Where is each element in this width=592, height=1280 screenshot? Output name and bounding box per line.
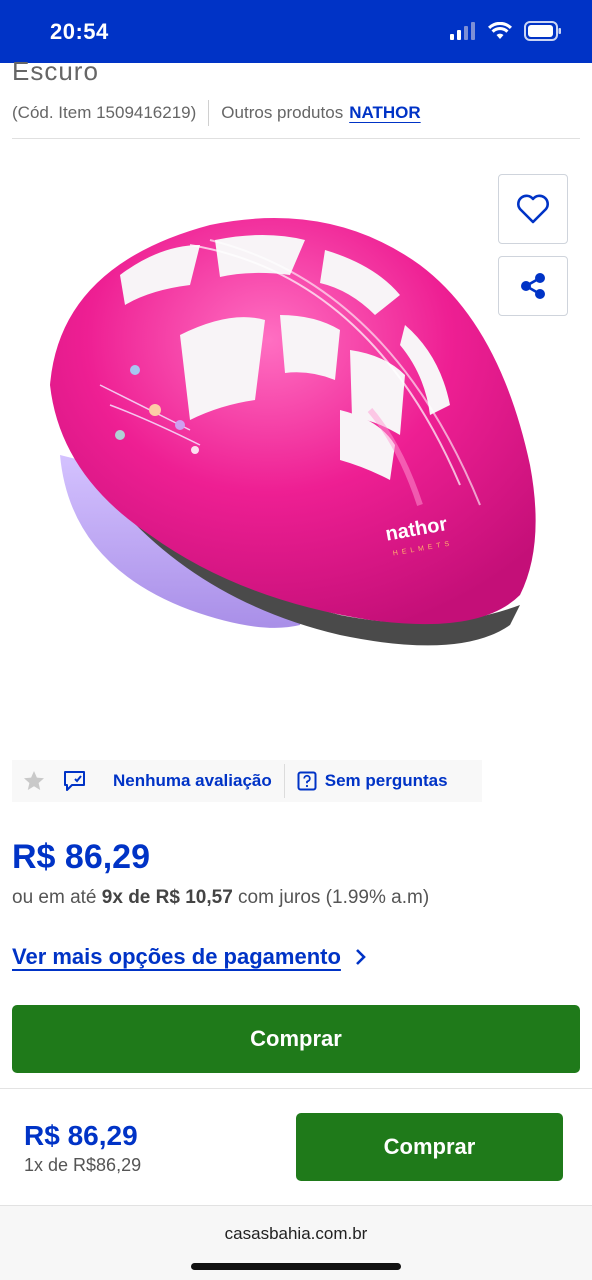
product-meta: (Cód. Item 1509416219) Outros produtos N…: [12, 100, 421, 126]
product-image[interactable]: nathor HELMETS: [40, 205, 550, 685]
review-comment-icon: [64, 771, 85, 791]
browser-bar: casasbahia.com.br: [0, 1205, 592, 1280]
installments-prefix: ou em até: [12, 887, 97, 908]
buy-button[interactable]: Comprar: [12, 1005, 580, 1073]
status-icons: [450, 21, 562, 41]
sticky-price: R$ 86,29: [24, 1120, 138, 1151]
reviews-link[interactable]: Nenhuma avaliação: [63, 770, 272, 792]
meta-divider: [208, 100, 210, 126]
wifi-icon: [488, 22, 512, 39]
chevron-right-icon: [355, 949, 366, 965]
url-text[interactable]: casasbahia.com.br: [0, 1224, 592, 1244]
reviews-label: Nenhuma avaliação: [113, 771, 272, 790]
questions-label: Sem perguntas: [324, 771, 448, 790]
status-bar: 20:54: [0, 0, 592, 63]
heart-icon: [517, 194, 549, 224]
battery-icon: [524, 21, 561, 41]
rating-divider: [54, 764, 55, 798]
installments-suffix: com juros (1.99% a.m): [238, 887, 430, 908]
header-divider: [12, 138, 580, 139]
product-price: R$ 86,29: [12, 838, 150, 876]
favorite-button[interactable]: [498, 174, 568, 244]
installments-text: ou em até 9x de R$ 10,57 com juros (1.99…: [12, 887, 429, 909]
home-indicator[interactable]: [191, 1263, 401, 1270]
sticky-buy-button[interactable]: Comprar: [296, 1113, 563, 1181]
share-button[interactable]: [498, 256, 568, 316]
helmet-illustration: nathor HELMETS: [50, 218, 536, 646]
rating-bar: Nenhuma avaliação Sem perguntas: [12, 760, 482, 802]
cellular-signal-icon: [450, 22, 475, 40]
more-payment-options-link[interactable]: Ver mais opções de pagamento: [12, 944, 371, 970]
sticky-installment: 1x de R$86,29: [24, 1155, 142, 1175]
product-title: Escuro: [12, 56, 99, 86]
status-time: 20:54: [50, 19, 109, 44]
question-icon: [297, 771, 317, 791]
more-payment-label: Ver mais opções de pagamento: [12, 944, 341, 969]
brand-link[interactable]: NATHOR: [349, 103, 420, 123]
installments-value: 9x de R$ 10,57: [101, 887, 233, 908]
star-icon: [24, 771, 44, 790]
questions-link[interactable]: Sem perguntas: [297, 771, 448, 791]
rating-divider: [283, 764, 285, 798]
item-code: (Cód. Item 1509416219): [12, 103, 197, 122]
share-icon: [521, 273, 545, 299]
sticky-divider: [0, 1088, 592, 1089]
other-products-label: Outros produtos: [221, 103, 344, 122]
